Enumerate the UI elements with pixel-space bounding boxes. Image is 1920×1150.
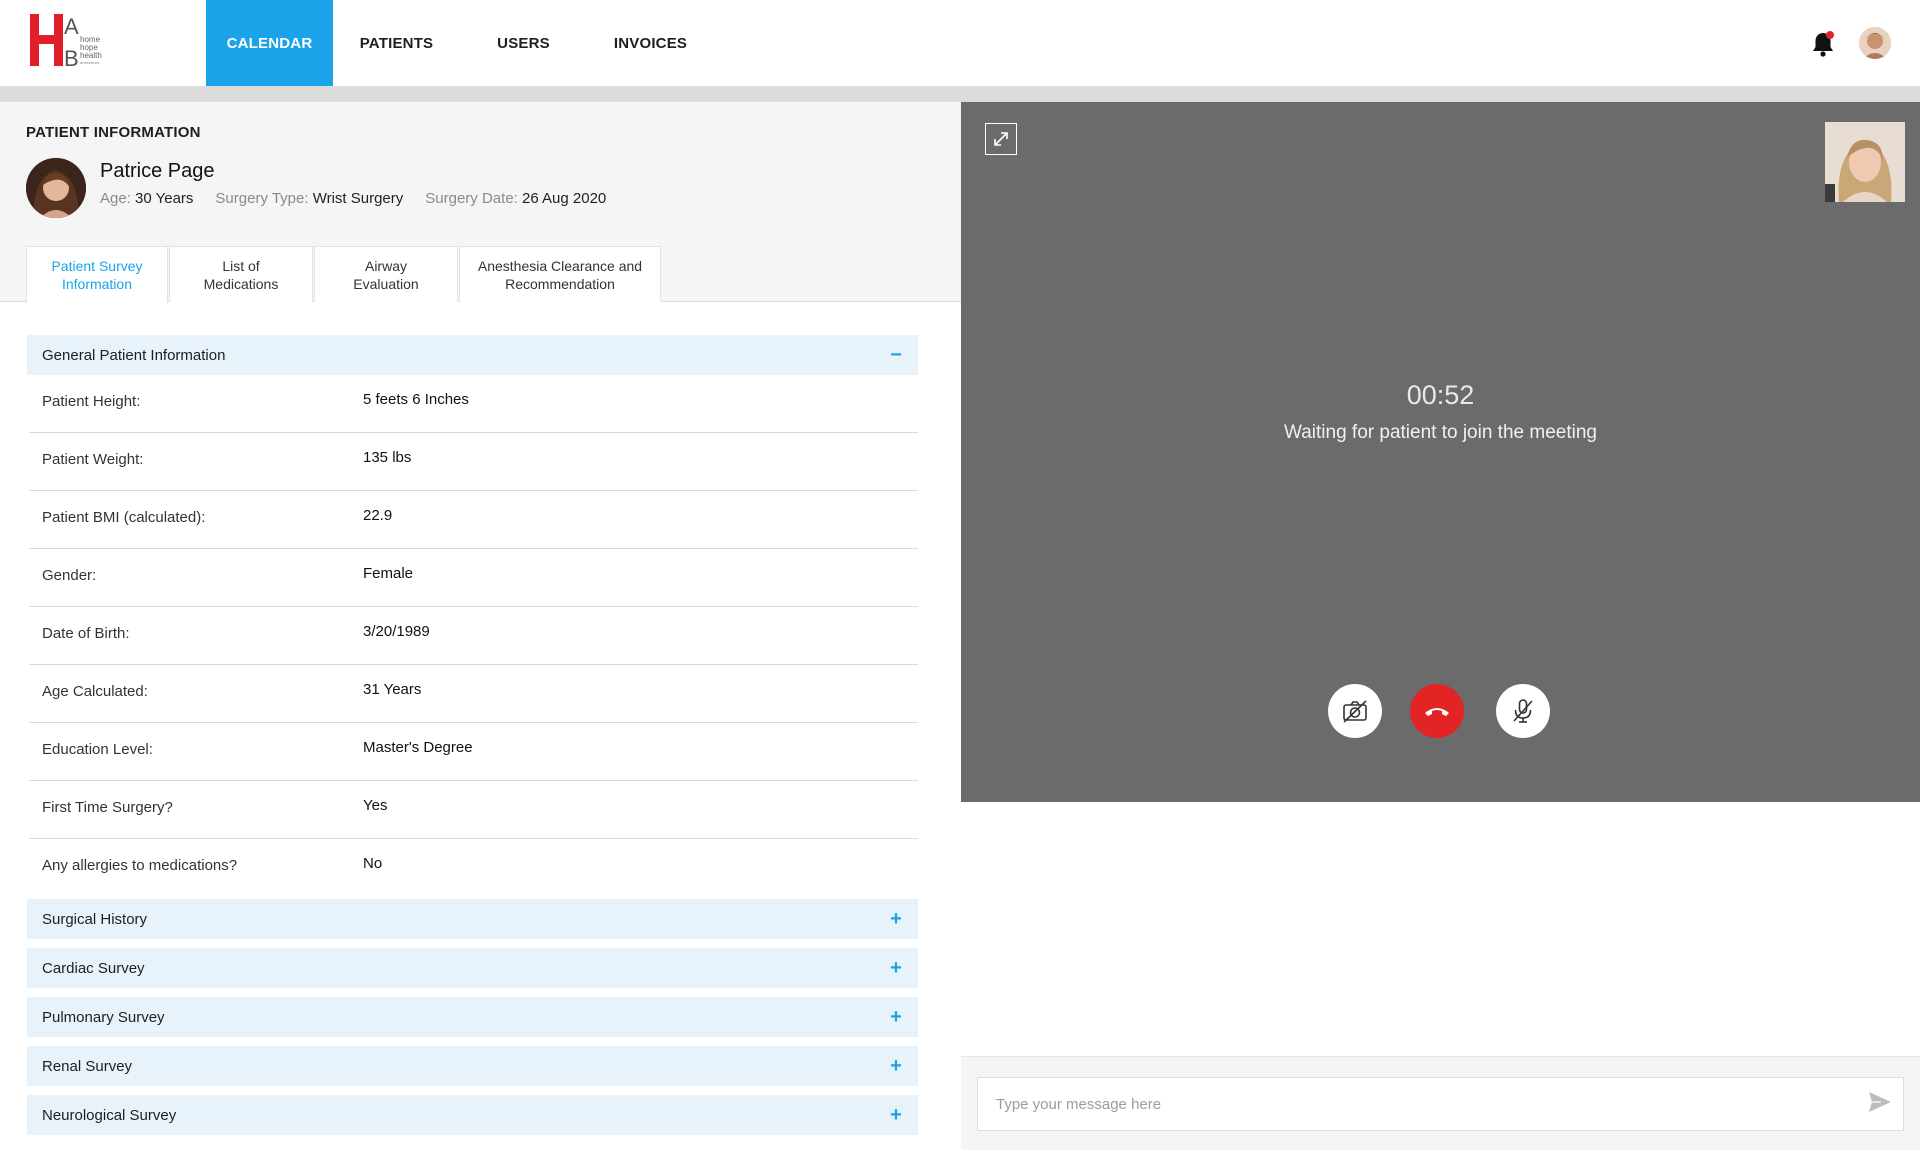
info-row-education-level: Education Level: Master's Degree <box>29 723 918 781</box>
expand-plus-icon[interactable]: + <box>888 1104 904 1127</box>
surgery-type-value: Wrist Surgery <box>312 190 404 207</box>
main-nav: CALENDAR PATIENTS USERS INVOICES <box>206 0 714 86</box>
patient-name: Patrice Page <box>100 160 215 182</box>
accordion-title: Renal Survey <box>42 1057 133 1075</box>
home-hope-health-logo[interactable]: A B home hope health anesthesia <box>30 14 125 71</box>
accordion-cardiac-survey[interactable]: Cardiac Survey + <box>27 948 918 988</box>
info-row-gender: Gender: Female <box>29 549 918 607</box>
surgery-date-label: Surgery Date: <box>425 190 518 207</box>
info-label: Date of Birth: <box>42 625 130 642</box>
patient-panel: PATIENT INFORMATION Patrice Page Age: 30… <box>0 102 961 1150</box>
call-timer: 00:52 <box>1406 380 1475 410</box>
patient-meta: Age: 30 Years Surgery Type: Wrist Surger… <box>100 190 606 207</box>
tab-label-line2: Evaluation <box>353 275 419 292</box>
info-value: 135 lbs <box>363 449 412 466</box>
tab-label-line1: List of <box>222 257 260 274</box>
info-label: Gender: <box>42 567 97 584</box>
bell-icon[interactable] <box>1810 30 1836 58</box>
tab-label-line2: Information <box>61 276 133 292</box>
tab-anesthesia-clearance[interactable]: Anesthesia Clearance and Recommendation <box>459 246 661 302</box>
info-label: First Time Surgery? <box>42 799 173 816</box>
accordion-title: Surgical History <box>42 910 148 928</box>
tab-patient-survey-information[interactable]: Patient Survey Information <box>26 246 168 303</box>
tab-airway-evaluation[interactable]: Airway Evaluation <box>314 246 458 302</box>
svg-text:A: A <box>64 14 79 39</box>
user-avatar[interactable] <box>1859 27 1891 59</box>
accordion-title: Pulmonary Survey <box>42 1008 165 1026</box>
age-value: 30 Years <box>135 190 194 207</box>
info-row-age-calculated: Age Calculated: 31 Years <box>29 665 918 723</box>
top-navigation-bar: A B home hope health anesthesia CALENDAR… <box>0 0 1920 86</box>
accordion-pulmonary-survey[interactable]: Pulmonary Survey + <box>27 997 918 1037</box>
svg-text:B: B <box>64 46 79 68</box>
info-value: 31 Years <box>363 681 422 698</box>
info-row-allergies: Any allergies to medications? No <box>29 839 918 897</box>
camera-off-icon[interactable] <box>1328 684 1382 738</box>
expand-plus-icon[interactable]: + <box>888 1006 904 1029</box>
info-label: Any allergies to medications? <box>42 857 238 874</box>
tab-label-line1: Anesthesia Clearance and <box>477 257 643 274</box>
header-divider <box>0 86 1920 102</box>
nav-patients[interactable]: PATIENTS <box>333 0 460 86</box>
svg-text:anesthesia: anesthesia <box>80 60 100 65</box>
section-title: PATIENT INFORMATION <box>26 124 201 141</box>
self-video-thumbnail[interactable] <box>1825 122 1905 202</box>
tab-label-line1: Patient Survey <box>51 258 143 274</box>
accordion-title: General Patient Information <box>42 346 226 364</box>
chat-messages-area <box>961 802 1920 1056</box>
info-label: Patient Height: <box>42 393 141 410</box>
mic-off-icon[interactable] <box>1496 684 1550 738</box>
expand-plus-icon[interactable]: + <box>888 957 904 980</box>
chat-input-bar: Type your message here <box>961 1056 1920 1150</box>
surgery-date-value: 26 Aug 2020 <box>522 190 607 207</box>
nav-users[interactable]: USERS <box>460 0 587 86</box>
info-row-first-time-surgery: First Time Surgery? Yes <box>29 781 918 839</box>
accordion-general-patient-information[interactable]: General Patient Information − <box>27 335 918 375</box>
accordion-title: Cardiac Survey <box>42 959 145 977</box>
patient-header: PATIENT INFORMATION Patrice Page Age: 30… <box>0 102 961 303</box>
surgery-type-label: Surgery Type: <box>215 190 309 207</box>
svg-text:health: health <box>80 51 102 60</box>
accordion-surgical-history[interactable]: Surgical History + <box>27 899 918 939</box>
patient-surgery-type: Surgery Type: Wrist Surgery <box>215 190 403 207</box>
info-value: 3/20/1989 <box>363 623 430 640</box>
info-label: Patient Weight: <box>42 451 144 468</box>
info-row-bmi: Patient BMI (calculated): 22.9 <box>29 491 918 549</box>
info-value: 22.9 <box>363 507 393 524</box>
nav-invoices[interactable]: INVOICES <box>587 0 714 86</box>
accordion-title: Neurological Survey <box>42 1106 177 1124</box>
end-call-icon[interactable] <box>1410 684 1464 738</box>
info-row-weight: Patient Weight: 135 lbs <box>29 433 918 491</box>
tab-label-line2: Recommendation <box>505 275 615 292</box>
nav-calendar[interactable]: CALENDAR <box>206 0 333 86</box>
info-value: Yes <box>363 797 388 814</box>
expand-plus-icon[interactable]: + <box>888 1055 904 1078</box>
expand-plus-icon[interactable]: + <box>888 908 904 931</box>
info-value: 5 feets 6 Inches <box>363 391 469 408</box>
collapse-icon[interactable]: − <box>888 344 904 367</box>
info-value: No <box>363 855 383 872</box>
tab-label-line1: Airway <box>364 257 407 274</box>
info-value: Female <box>363 565 414 582</box>
chat-message-input[interactable]: Type your message here <box>977 1077 1904 1131</box>
survey-tabs: Patient Survey Information List of Medicat… <box>26 246 662 303</box>
patient-surgery-date: Surgery Date: 26 Aug 2020 <box>425 190 606 207</box>
info-label: Patient BMI (calculated): <box>42 509 206 526</box>
tab-list-of-medications[interactable]: List of Medications <box>169 246 313 302</box>
patient-photo <box>26 158 86 218</box>
patient-age: Age: 30 Years <box>100 190 193 207</box>
tab-label-line2: Medications <box>203 275 279 292</box>
info-row-height: Patient Height: 5 feets 6 Inches <box>29 375 918 433</box>
send-icon[interactable] <box>1867 1089 1893 1115</box>
accordion-renal-survey[interactable]: Renal Survey + <box>27 1046 918 1086</box>
call-status-text: Waiting for patient to join the meeting <box>1284 422 1597 443</box>
video-call-panel: 00:52 Waiting for patient to join the me… <box>961 102 1920 802</box>
info-label: Age Calculated: <box>42 683 148 700</box>
info-label: Education Level: <box>42 741 153 758</box>
accordion-neurological-survey[interactable]: Neurological Survey + <box>27 1095 918 1135</box>
info-value: Master's Degree <box>363 739 473 756</box>
expand-icon[interactable] <box>985 123 1017 155</box>
age-label: Age: <box>100 190 131 207</box>
info-row-date-of-birth: Date of Birth: 3/20/1989 <box>29 607 918 665</box>
